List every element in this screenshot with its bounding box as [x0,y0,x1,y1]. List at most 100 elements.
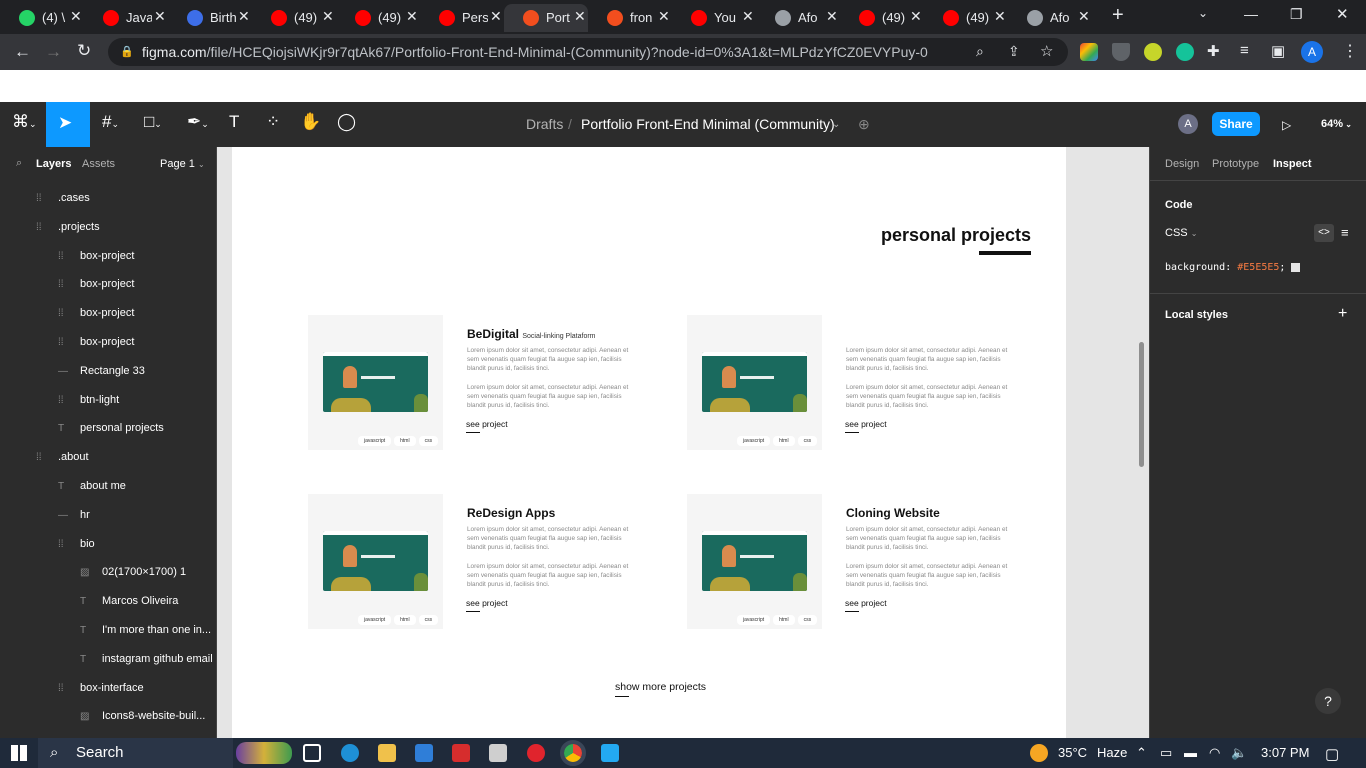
portfolio-frame[interactable]: personal projects javascript html css BeDig… [232,147,1066,738]
layer-item[interactable]: ⁞⁞ .cases [36,184,90,212]
breadcrumb-drafts[interactable]: Drafts [526,116,563,132]
globe-icon[interactable]: ⊕ [858,116,870,133]
layer-item[interactable]: T Marcos Oliveira [80,587,178,615]
chevron-down-icon[interactable]: ⌄ [832,119,840,130]
close-tab-icon[interactable]: ✕ [826,8,838,25]
extension-shield-icon[interactable] [1112,43,1130,61]
battery-icon[interactable]: ▬ [1184,745,1197,760]
css-code-line[interactable]: background: #E5E5E5; [1165,262,1301,273]
zoom-level[interactable]: 64% ⌄ [1321,118,1352,130]
close-window-icon[interactable]: ✕ [1336,5,1349,23]
close-tab-icon[interactable]: ✕ [742,8,754,25]
shape-tool-icon[interactable]: □⌄ [144,112,162,132]
file-name[interactable]: Portfolio Front-End Minimal (Community) [581,116,835,132]
layer-item[interactable]: ⁞⁞ box-interface [58,674,144,702]
section-title[interactable]: personal projects [881,225,1031,246]
tab-layers[interactable]: Layers [36,158,71,170]
wifi-icon[interactable]: ◠ [1209,745,1220,761]
reload-icon[interactable]: ↻ [77,41,91,61]
layer-item[interactable]: ⁞⁞ box-project [58,299,134,327]
calculator-icon[interactable] [489,744,507,762]
project-card-image[interactable]: javascript html css [687,315,822,450]
close-tab-icon[interactable]: ✕ [1078,8,1090,25]
figma-canvas[interactable]: personal projects javascript html css BeDig… [217,147,1149,738]
new-tab-button[interactable]: + [1112,4,1124,27]
browser-tab[interactable]: Birth ✕ [168,4,252,32]
close-tab-icon[interactable]: ✕ [994,8,1006,25]
show-more-projects-button[interactable]: show more projects [615,681,706,697]
user-avatar[interactable]: A [1178,114,1198,134]
chrome-icon[interactable] [560,740,586,766]
project-card-image[interactable]: javascript html css [308,315,443,450]
layer-item[interactable]: ⁞⁞ .about [36,443,89,471]
comment-tool-icon[interactable]: ◯ [337,112,356,132]
volume-icon[interactable]: 🔈 [1231,745,1247,761]
extensions-puzzle-icon[interactable]: ✚ [1207,42,1220,60]
language-select[interactable]: CSS ⌄ [1165,227,1197,239]
layer-item[interactable]: — hr [58,501,90,529]
tab-design[interactable]: Design [1165,158,1199,170]
extension-color-icon[interactable] [1080,43,1098,61]
layer-item[interactable]: ⁞⁞ box-project [58,328,134,356]
tab-inspect[interactable]: Inspect [1273,158,1312,170]
canvas-scrollbar[interactable] [1139,342,1144,467]
task-view-icon[interactable] [303,744,321,762]
forward-icon[interactable]: → [45,42,62,62]
close-tab-icon[interactable]: ✕ [490,8,502,25]
file-explorer-icon[interactable] [378,744,396,762]
layer-item[interactable]: ⁞⁞ box-project [58,242,134,270]
see-project-link[interactable]: see project [466,598,508,612]
close-tab-icon[interactable]: ✕ [238,8,250,25]
mail-icon[interactable] [415,744,433,762]
network-icon[interactable]: ▭ [1160,745,1172,761]
see-project-link[interactable]: see project [845,598,887,612]
layer-item[interactable]: Tinstagram github email [80,645,213,673]
address-bar[interactable]: 🔒 figma.com/file/HCEQiojsiWKjr9r7qtAk67/… [108,38,1068,66]
browser-tab[interactable]: (4) \ ✕ [0,4,84,32]
layer-item[interactable]: T I'm more than one in... [80,616,211,644]
opera-icon[interactable] [527,744,545,762]
project-title[interactable]: ReDesign Apps [467,506,555,520]
close-tab-icon[interactable]: ✕ [154,8,166,25]
browser-tab[interactable]: Afo ✕ [1008,4,1092,32]
code-view-icon[interactable]: <> [1314,224,1334,242]
search-icon[interactable]: ⌕ [16,157,22,170]
close-tab-icon[interactable]: ✕ [322,8,334,25]
project-title[interactable]: BeDigital Social-linking Plataform [467,327,596,341]
resources-icon[interactable]: ⁘ [266,112,280,132]
wps-icon[interactable] [452,744,470,762]
grammarly-icon[interactable] [1176,43,1194,61]
browser-tab[interactable]: Pers ✕ [420,4,504,32]
side-panel-icon[interactable]: ▣ [1271,42,1285,60]
pen-tool-icon[interactable]: ✒⌄ [187,112,209,132]
text-tool-icon[interactable]: T [229,112,239,132]
move-tool-button[interactable]: ➤ [46,102,90,147]
layer-item[interactable]: ▨ 02(1700×1700) 1 [80,558,186,586]
frame-tool-icon[interactable]: #⌄ [102,112,119,132]
zoom-icon[interactable]: ⌕ [976,43,984,60]
layer-item[interactable]: ▨ Icons8-website-buil... [80,702,205,730]
list-view-icon[interactable]: ≡ [1341,225,1349,240]
layer-item[interactable]: ⁞⁞ btn-light [58,386,119,414]
browser-tab[interactable]: (49) ✕ [252,4,336,32]
page-selector[interactable]: Page 1 ⌄ [160,158,205,170]
vscode-icon[interactable] [601,744,619,762]
tray-chevron-icon[interactable]: ⌃ [1136,745,1147,761]
close-tab-icon[interactable]: ✕ [70,8,82,25]
hand-tool-icon[interactable]: ✋ [300,112,321,132]
browser-tab[interactable]: (49) ✕ [840,4,924,32]
weather-status[interactable]: Haze [1097,745,1127,760]
layer-item[interactable]: — Rectangle 33 [58,357,145,385]
share-button[interactable]: Share [1212,112,1260,136]
layer-item[interactable]: ⁞⁞ bio [58,530,95,558]
browser-tab[interactable]: (49) ✕ [336,4,420,32]
see-project-link[interactable]: see project [466,419,508,433]
share-page-icon[interactable]: ⇪ [1008,43,1020,60]
extension-plus-icon[interactable] [1144,43,1162,61]
tab-prototype[interactable]: Prototype [1212,158,1259,170]
browser-tab[interactable]: fron ✕ [588,4,672,32]
windows-start-icon[interactable] [11,745,27,761]
layer-item[interactable]: ⁞⁞ box-project [58,270,134,298]
project-card-image[interactable]: javascript html css [308,494,443,629]
present-play-icon[interactable]: ▷ [1282,118,1291,132]
